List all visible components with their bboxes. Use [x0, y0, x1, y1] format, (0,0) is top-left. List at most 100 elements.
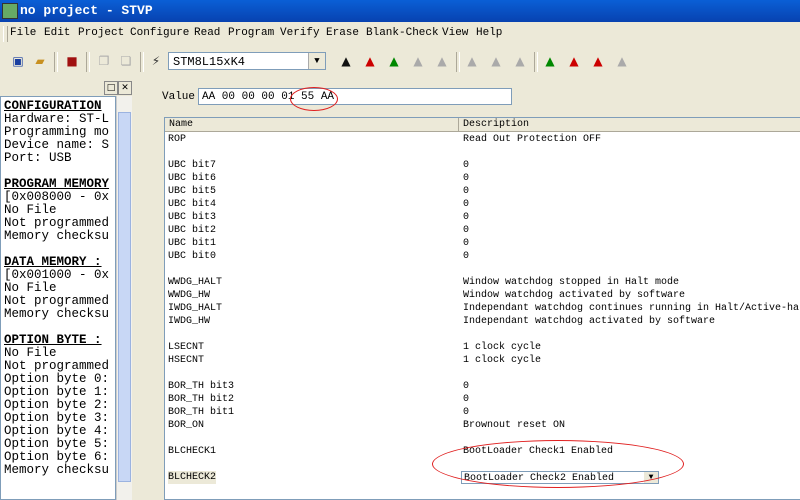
- option-description: 0: [463, 225, 470, 236]
- table-row[interactable]: BOR_TH bit2 0: [165, 393, 800, 406]
- menu-file[interactable]: File: [10, 27, 36, 39]
- log-line: Option byte 1:: [4, 385, 110, 399]
- log-section-heading: DATA MEMORY :: [4, 255, 102, 269]
- menu-project[interactable]: Project: [78, 27, 124, 39]
- menu-view[interactable]: View: [442, 27, 468, 39]
- menu-edit[interactable]: Edit: [44, 27, 70, 39]
- option-name: WWDG_HW: [168, 290, 211, 301]
- table-row[interactable]: HSECNT 1 clock cycle: [165, 354, 800, 367]
- read-current-icon[interactable]: ▲: [362, 53, 378, 69]
- table-row[interactable]: [165, 367, 800, 380]
- option-name: BLCHECK1: [168, 446, 217, 457]
- toolbar: ▣ ▰ ■ ❐ ❏ ⚡ ▲ ▲ ▲ ▲ ▲ ▲ ▲ ▲ ▲ ▲ ▲ ▲: [0, 48, 800, 76]
- open-folder-icon[interactable]: ▰: [32, 53, 48, 69]
- program-current-icon[interactable]: ▲: [566, 53, 582, 69]
- menu-grip: [3, 26, 8, 42]
- column-header-name[interactable]: Name: [165, 118, 459, 132]
- menu-blank-check[interactable]: Blank-Check: [366, 27, 439, 39]
- left-panel: □ ✕ CONFIGURATION Hardware: ST-L Programmi…: [0, 80, 132, 500]
- log-line: Programming mo: [4, 125, 110, 139]
- program-option-icon[interactable]: ▲: [590, 53, 606, 69]
- option-description: Read Out Protection OFF: [463, 134, 602, 145]
- option-description: Window watchdog activated by software: [463, 290, 686, 301]
- save-icon[interactable]: ▣: [10, 53, 26, 69]
- table-row[interactable]: BOR_ON Brownout reset ON: [165, 419, 800, 432]
- table-row[interactable]: BOR_TH bit3 0: [165, 380, 800, 393]
- log-line: Not programmed: [4, 359, 110, 373]
- option-name: HSECNT: [168, 355, 205, 366]
- log-scrollbar[interactable]: [116, 96, 132, 500]
- program-all-icon[interactable]: ▲: [542, 53, 558, 69]
- scrollbar-thumb[interactable]: [118, 112, 131, 482]
- table-row[interactable]: WWDG_HW Window watchdog activated by soft…: [165, 289, 800, 302]
- option-description: 0: [463, 212, 470, 223]
- toolbar-separator: [54, 52, 58, 72]
- title-bar: no project - STVP: [0, 0, 800, 22]
- device-select[interactable]: STM8L15xK4 ▼: [168, 52, 326, 70]
- verify-disabled-icon[interactable]: ▲: [464, 53, 480, 69]
- log-section-heading: OPTION BYTE :: [4, 333, 102, 347]
- table-row[interactable]: IWDG_HALT Independant watchdog continues …: [165, 302, 800, 315]
- option-description: 0: [463, 186, 470, 197]
- menu-erase[interactable]: Erase: [326, 27, 359, 39]
- menu-read[interactable]: Read: [194, 27, 220, 39]
- table-row[interactable]: LSECNT 1 clock cycle: [165, 341, 800, 354]
- option-name: UBC bit2: [168, 225, 217, 236]
- table-row[interactable]: UBC bit0 0: [165, 250, 800, 263]
- option-description: Brownout reset ON: [463, 420, 566, 431]
- table-row[interactable]: UBC bit6 0: [165, 172, 800, 185]
- read-disabled-icon[interactable]: ▲: [410, 53, 426, 69]
- log-line: No File: [4, 281, 57, 295]
- log-line: No File: [4, 346, 57, 360]
- copy-icon[interactable]: ❐: [96, 53, 112, 69]
- table-row[interactable]: UBC bit7 0: [165, 159, 800, 172]
- option-description: 0: [463, 199, 470, 210]
- menu-help[interactable]: Help: [476, 27, 502, 39]
- table-row[interactable]: UBC bit5 0: [165, 185, 800, 198]
- table-row[interactable]: ROP Read Out Protection OFF: [165, 133, 800, 146]
- toolbar-separator: [140, 52, 144, 72]
- table-row[interactable]: [165, 328, 800, 341]
- read-all-icon[interactable]: ▲: [338, 53, 354, 69]
- menu-program[interactable]: Program: [228, 27, 274, 39]
- restore-icon[interactable]: □: [104, 81, 118, 95]
- option-name: UBC bit5: [168, 186, 217, 197]
- read-disabled-icon-2[interactable]: ▲: [434, 53, 450, 69]
- option-name: UBC bit3: [168, 212, 217, 223]
- table-row[interactable]: UBC bit4 0: [165, 198, 800, 211]
- menu-configure[interactable]: Configure: [130, 27, 189, 39]
- table-row[interactable]: UBC bit2 0: [165, 224, 800, 237]
- column-header-description[interactable]: Description: [459, 118, 800, 132]
- table-row[interactable]: WWDG_HALT Window watchdog stopped in Halt…: [165, 276, 800, 289]
- option-name: UBC bit1: [168, 238, 217, 249]
- option-name: BOR_TH bit1: [168, 407, 235, 418]
- table-row[interactable]: UBC bit3 0: [165, 211, 800, 224]
- option-name: WWDG_HALT: [168, 277, 223, 288]
- table-row[interactable]: [165, 432, 800, 445]
- close-icon[interactable]: ✕: [118, 81, 132, 95]
- option-description: 0: [463, 173, 470, 184]
- option-name: BOR_TH bit2: [168, 394, 235, 405]
- log-line: Option byte 2:: [4, 398, 110, 412]
- value-field[interactable]: AA 00 00 00 01 55 AA: [198, 88, 512, 105]
- program-disabled-icon[interactable]: ▲: [614, 53, 630, 69]
- left-panel-header: □ ✕: [0, 80, 132, 95]
- table-row[interactable]: BOR_TH bit1 0: [165, 406, 800, 419]
- paste-icon[interactable]: ❏: [118, 53, 134, 69]
- table-row[interactable]: UBC bit1 0: [165, 237, 800, 250]
- verify-disabled-icon-3[interactable]: ▲: [512, 53, 528, 69]
- table-row[interactable]: [165, 146, 800, 159]
- verify-disabled-icon-2[interactable]: ▲: [488, 53, 504, 69]
- table-row[interactable]: IWDG_HW Independant watchdog activated by…: [165, 315, 800, 328]
- option-name: ROP: [168, 134, 187, 145]
- option-byte-grid: Name Description ROP Read Out Protection …: [164, 117, 800, 500]
- log-line: Hardware: ST-L: [4, 112, 110, 126]
- chip-icon[interactable]: ■: [64, 53, 80, 69]
- log-line: Option byte 5:: [4, 437, 110, 451]
- table-row[interactable]: [165, 263, 800, 276]
- window-title: no project - STVP: [20, 3, 153, 18]
- read-option-icon[interactable]: ▲: [386, 53, 402, 69]
- menu-verify[interactable]: Verify: [280, 27, 320, 39]
- log-section-heading: PROGRAM MEMORY: [4, 177, 110, 191]
- chevron-down-icon[interactable]: ▼: [308, 53, 325, 69]
